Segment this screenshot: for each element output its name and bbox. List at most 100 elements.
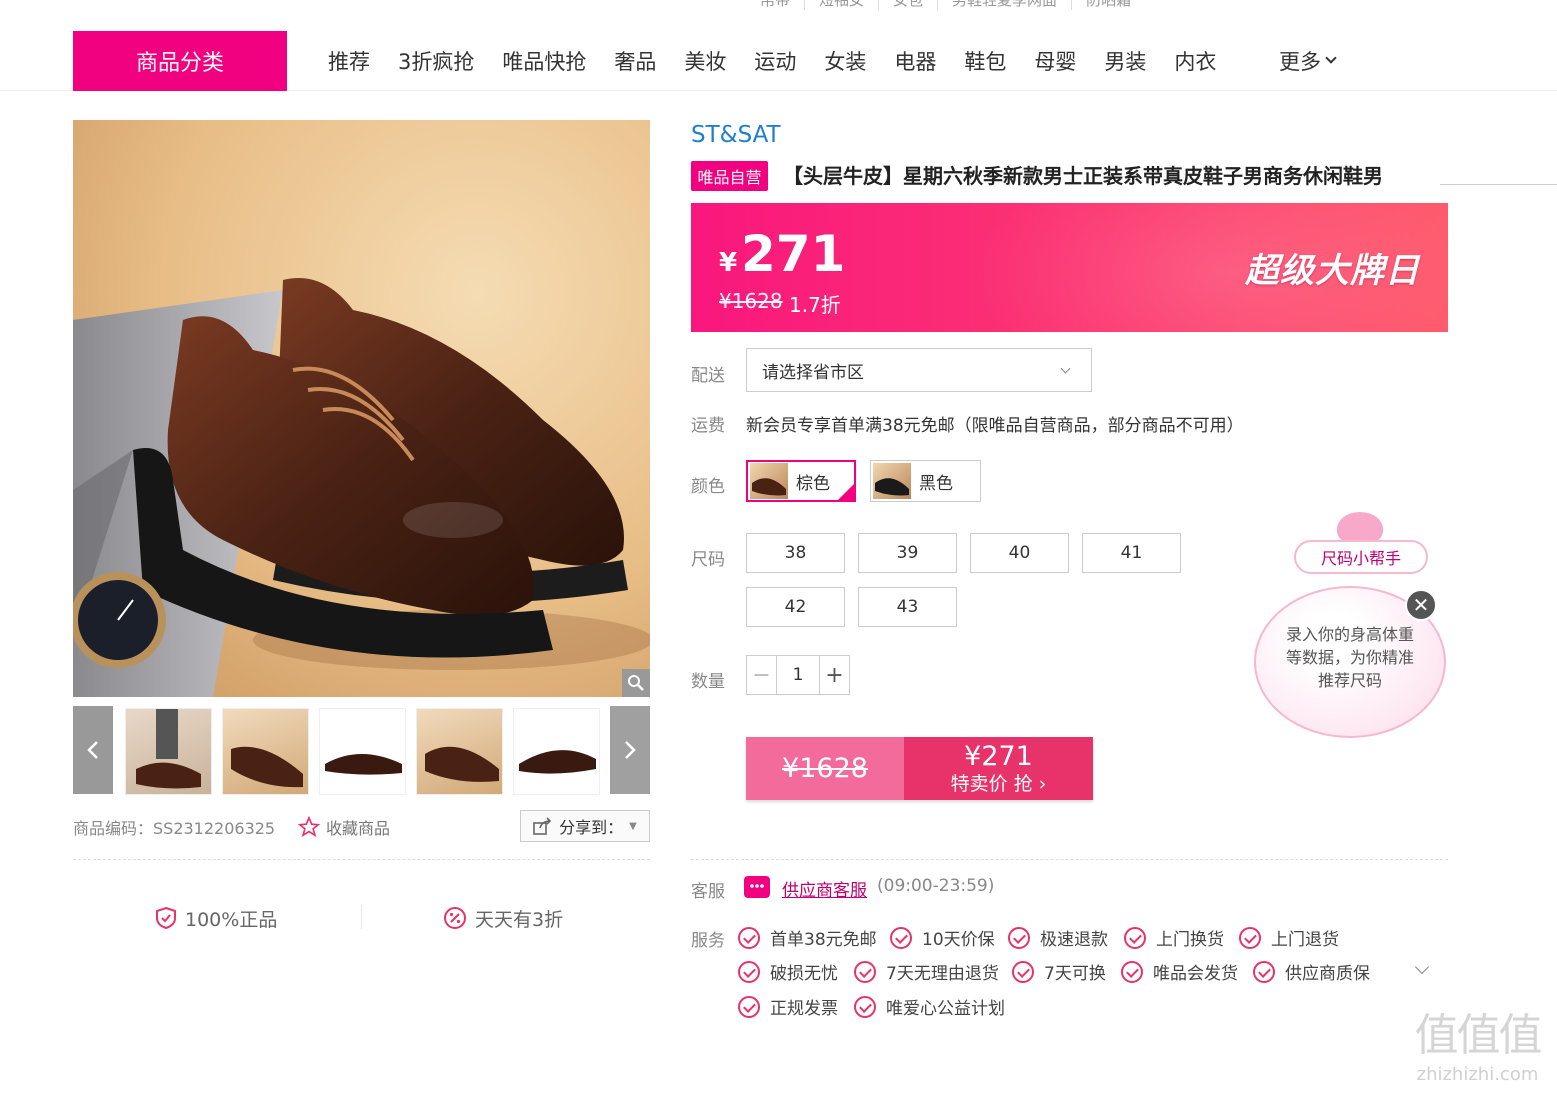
size-option[interactable]: 40 bbox=[970, 533, 1069, 573]
nav-item[interactable]: 美妆 bbox=[684, 46, 726, 76]
divider bbox=[1440, 184, 1557, 185]
thumbnail[interactable] bbox=[319, 708, 406, 795]
nav-item[interactable]: 女装 bbox=[824, 46, 866, 76]
thumb-prev-button[interactable] bbox=[73, 706, 113, 794]
quantity-value[interactable]: 1 bbox=[777, 656, 819, 694]
thumbnail[interactable] bbox=[513, 708, 600, 795]
size-option[interactable]: 42 bbox=[746, 587, 845, 627]
nav-more-label: 更多 bbox=[1279, 49, 1321, 74]
watermark: 值值值 zhizhizhi.com bbox=[1405, 1008, 1550, 1086]
divider bbox=[73, 859, 650, 860]
thumb-next-button[interactable] bbox=[610, 706, 650, 794]
customer-service-hours: (09:00-23:59) bbox=[877, 876, 995, 896]
category-button[interactable]: 商品分类 bbox=[73, 31, 287, 91]
size-option[interactable]: 41 bbox=[1082, 533, 1181, 573]
hotword[interactable]: 女包 bbox=[879, 0, 939, 10]
color-option-brown[interactable]: 棕色 bbox=[746, 460, 856, 502]
close-icon[interactable]: ✕ bbox=[1405, 589, 1437, 621]
share-button[interactable]: 分享到： ▼ bbox=[520, 810, 650, 842]
hotword[interactable]: 防晒霜 bbox=[1072, 0, 1145, 10]
service-item: 破损无忧 bbox=[738, 959, 838, 984]
check-circle-icon bbox=[1008, 926, 1030, 949]
nav-item[interactable]: 男装 bbox=[1104, 46, 1146, 76]
customer-service-link[interactable]: 供应商客服 bbox=[782, 876, 867, 901]
service-text: 上门换货 bbox=[1156, 930, 1224, 950]
hotword[interactable]: 帛带 bbox=[760, 0, 806, 10]
service-item: 上门换货 bbox=[1124, 925, 1224, 950]
services-label: 服务 bbox=[691, 931, 725, 951]
quantity-minus-button[interactable]: − bbox=[747, 656, 777, 694]
check-circle-icon bbox=[738, 995, 760, 1018]
chevron-right-icon bbox=[625, 741, 636, 759]
caret-down-icon: ▼ bbox=[629, 820, 637, 832]
nav-item[interactable]: 内衣 bbox=[1174, 46, 1216, 76]
buy-sale-block: ¥271 特卖价 抢 › bbox=[904, 737, 1093, 800]
service-text: 供应商质保 bbox=[1285, 964, 1370, 984]
chat-icon bbox=[744, 876, 770, 898]
percent-icon bbox=[444, 907, 466, 929]
nav-item[interactable]: 奢品 bbox=[614, 46, 656, 76]
check-circle-icon bbox=[1012, 960, 1034, 983]
hotword[interactable]: 短袖女 bbox=[805, 0, 880, 10]
guarantee-discount: 天天有3折 bbox=[443, 903, 563, 933]
thumbnail[interactable] bbox=[125, 708, 212, 795]
size-option[interactable]: 38 bbox=[746, 533, 845, 573]
buy-now-button[interactable]: ¥1628 ¥271 特卖价 抢 › bbox=[746, 737, 1093, 800]
share-label: 分享到： bbox=[559, 818, 624, 837]
region-select[interactable]: 请选择省市区 bbox=[746, 348, 1092, 392]
nav-item[interactable]: 运动 bbox=[754, 46, 796, 76]
color-name: 棕色 bbox=[796, 473, 830, 494]
hotword[interactable]: 男鞋轻夏季网面 bbox=[938, 0, 1073, 10]
discount-rate: 1.7折 bbox=[789, 293, 841, 317]
self-operated-badge: 唯品自营 bbox=[691, 161, 768, 191]
service-text: 唯品会发货 bbox=[1153, 964, 1238, 984]
service-item: 10天价保 bbox=[890, 925, 995, 950]
main-nav: 商品分类 推荐 3折疯抢 唯品快抢 奢品 美妆 运动 女装 电器 鞋包 母婴 男… bbox=[0, 30, 1557, 91]
service-text: 7天可换 bbox=[1044, 964, 1106, 984]
check-circle-icon bbox=[854, 995, 876, 1018]
guarantee-authentic: 100%正品 bbox=[155, 903, 277, 933]
buy-original-price: ¥1628 bbox=[746, 737, 904, 800]
favorite-label: 收藏商品 bbox=[326, 819, 391, 838]
product-title: 【头层牛皮】星期六秋季新款男士正装系带真皮鞋子男商务休闲鞋男 bbox=[783, 164, 1383, 188]
quantity-plus-button[interactable]: + bbox=[819, 656, 849, 694]
guarantee-label: 100%正品 bbox=[185, 908, 278, 931]
region-placeholder: 请选择省市区 bbox=[762, 362, 864, 383]
color-swatch bbox=[873, 463, 911, 499]
brand-link[interactable]: ST&SAT bbox=[691, 122, 781, 148]
zoom-icon[interactable] bbox=[622, 669, 650, 697]
nav-items: 推荐 3折疯抢 唯品快抢 奢品 美妆 运动 女装 电器 鞋包 母婴 男装 内衣 bbox=[328, 30, 1244, 91]
service-text: 7天无理由退货 bbox=[886, 964, 999, 984]
service-text: 上门退货 bbox=[1271, 930, 1339, 950]
size-label: 尺码 bbox=[691, 550, 725, 570]
chevron-left-icon bbox=[87, 741, 98, 759]
service-item: 7天无理由退货 bbox=[854, 959, 999, 984]
check-circle-icon bbox=[738, 960, 760, 983]
check-circle-icon bbox=[1239, 926, 1261, 949]
service-text: 唯爱心公益计划 bbox=[886, 999, 1005, 1019]
product-main-image[interactable] bbox=[73, 120, 650, 697]
nav-more-button[interactable]: 更多 bbox=[1279, 30, 1337, 91]
size-helper-button[interactable]: 尺码小帮手 bbox=[1294, 540, 1428, 574]
chevron-down-icon[interactable] bbox=[1414, 959, 1430, 975]
color-option-black[interactable]: 黑色 bbox=[870, 460, 981, 502]
nav-item[interactable]: 电器 bbox=[894, 46, 936, 76]
check-circle-icon bbox=[1121, 960, 1143, 983]
color-name: 黑色 bbox=[919, 473, 953, 494]
service-item: 极速退款 bbox=[1008, 925, 1108, 950]
service-text: 正规发票 bbox=[770, 999, 838, 1019]
buy-label: 特卖价 抢 › bbox=[950, 772, 1047, 795]
size-option[interactable]: 39 bbox=[858, 533, 957, 573]
nav-item[interactable]: 推荐 bbox=[328, 46, 370, 76]
nav-item[interactable]: 鞋包 bbox=[964, 46, 1006, 76]
selected-check-icon bbox=[837, 483, 855, 501]
nav-item[interactable]: 母婴 bbox=[1034, 46, 1076, 76]
size-option[interactable]: 43 bbox=[858, 587, 957, 627]
favorite-button[interactable]: 收藏商品 bbox=[298, 812, 390, 842]
nav-item[interactable]: 唯品快抢 bbox=[502, 46, 586, 76]
thumbnail[interactable] bbox=[222, 708, 309, 795]
nav-item[interactable]: 3折疯抢 bbox=[398, 46, 474, 76]
thumbnail[interactable] bbox=[416, 708, 503, 795]
guarantee-label: 天天有3折 bbox=[475, 908, 564, 931]
original-price: ¥1628 bbox=[719, 289, 783, 313]
